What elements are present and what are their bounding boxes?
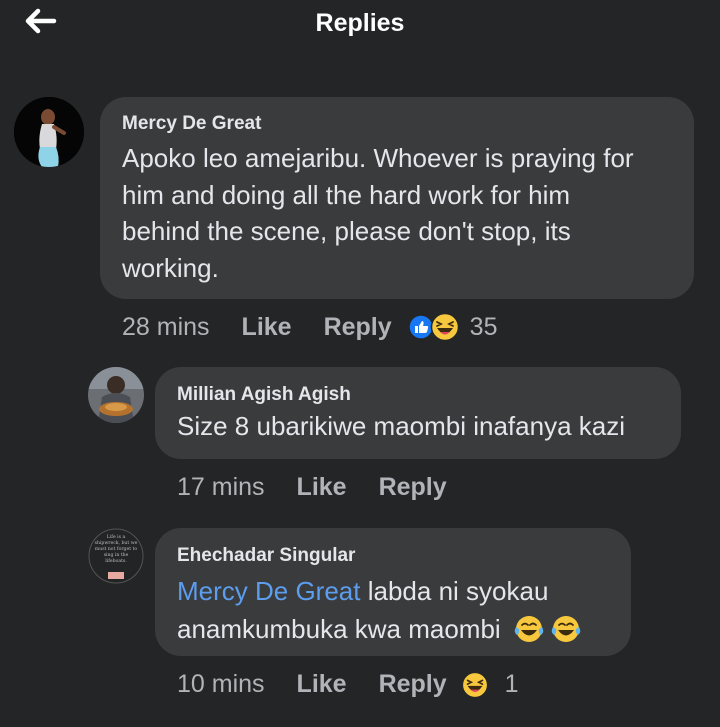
reaction-summary[interactable]: 1: [461, 670, 519, 699]
header: Replies: [0, 0, 720, 52]
comment-text-line: behind the scene, please don't stop, its: [122, 216, 571, 246]
like-button[interactable]: Like: [297, 670, 347, 699]
avatar-quote-line: Life is a: [107, 534, 126, 540]
timestamp: 17 mins: [177, 473, 265, 501]
comment-text-line: Apoko leo amejaribu. Whoever is praying …: [122, 143, 634, 173]
reply-button[interactable]: Reply: [324, 313, 392, 342]
comment-actions: 17 mins Like Reply: [177, 473, 447, 502]
mention-link[interactable]: Mercy De Great: [177, 576, 361, 606]
reaction-count: 35: [469, 312, 498, 341]
replies-screen: Replies Mercy De Great Apoko leo amejari…: [0, 0, 720, 727]
avatar-quote-line: sing in the: [104, 552, 129, 558]
comment-text: labda ni syokau: [367, 576, 549, 606]
reaction-count: 1: [504, 670, 519, 698]
haha-reaction-icon: [461, 671, 489, 699]
comment-bubble[interactable]: Mercy De Great Apoko leo amejaribu. Whoe…: [100, 97, 694, 299]
reply-button[interactable]: Reply: [379, 670, 447, 699]
haha-reaction-icon: [430, 312, 460, 342]
comment-bubble[interactable]: Millian Agish Agish Size 8 ubarikiwe mao…: [155, 367, 681, 459]
comment-text-line: working.: [122, 252, 219, 283]
tears-of-joy-emoji-icon: [551, 614, 581, 654]
timestamp: 28 mins: [122, 312, 210, 341]
tears-of-joy-emoji-icon: [514, 614, 544, 654]
reply-button[interactable]: Reply: [379, 473, 447, 502]
avatar-quote-line: lifeboats.: [105, 558, 127, 564]
comment-text: anamkumbuka kwa maombi: [177, 614, 501, 644]
comment-actions: 10 mins Like Reply 1: [177, 670, 519, 699]
comment-text: Size 8 ubarikiwe maombi inafanya kazi: [177, 411, 625, 441]
avatar[interactable]: [88, 367, 144, 423]
reaction-summary[interactable]: 35: [407, 312, 498, 342]
avatar[interactable]: Life is a shipwreck, but we must not for…: [88, 528, 144, 584]
comment-actions: 28 mins Like Reply 35: [122, 312, 497, 342]
comment-author[interactable]: Millian Agish Agish: [177, 384, 681, 406]
timestamp: 10 mins: [177, 670, 265, 698]
comment-text-line: him and doing all the hard work for him: [122, 179, 571, 210]
avatar-quote-line: must not forget to: [95, 546, 137, 552]
like-button[interactable]: Like: [297, 473, 347, 502]
avatar[interactable]: [14, 97, 84, 167]
avatar-quote-line: shipwreck, but we: [95, 540, 138, 546]
comment-bubble[interactable]: Ehechadar Singular Mercy De Great labda …: [155, 528, 631, 656]
comment-author[interactable]: Ehechadar Singular: [177, 545, 631, 567]
page-title: Replies: [315, 9, 405, 37]
comment-author[interactable]: Mercy De Great: [122, 113, 694, 135]
like-button[interactable]: Like: [242, 313, 292, 342]
